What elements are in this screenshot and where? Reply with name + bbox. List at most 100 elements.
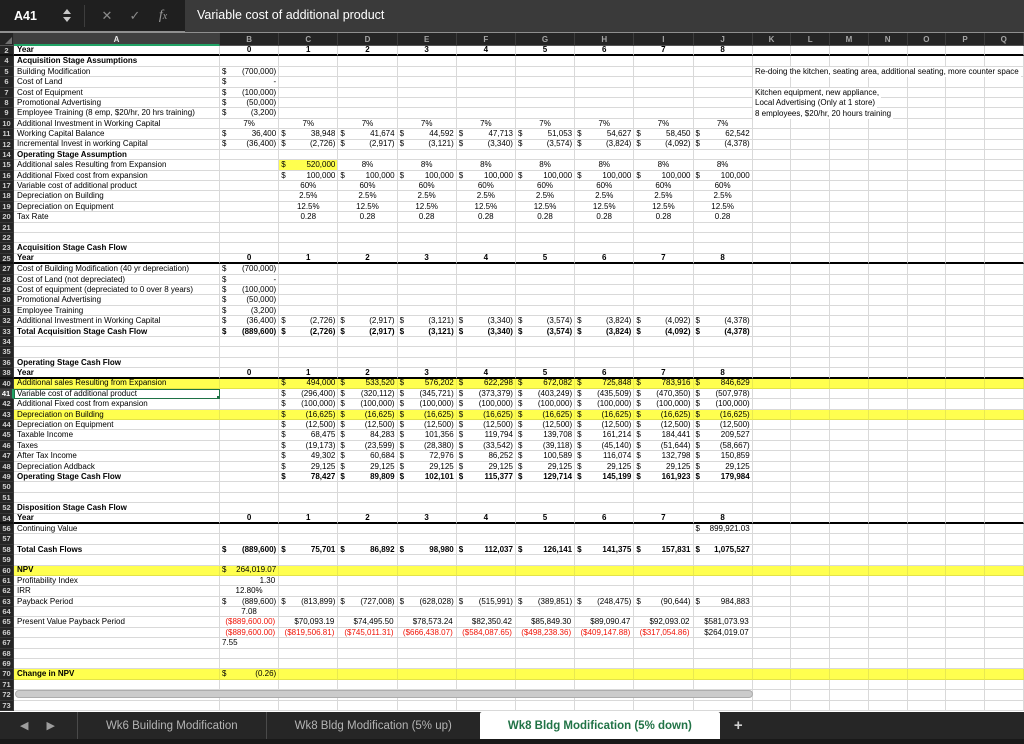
cell-L10[interactable] bbox=[791, 119, 830, 129]
cell-E49[interactable]: $102,101 bbox=[398, 472, 457, 482]
cell-K6[interactable] bbox=[753, 77, 792, 87]
cell-N72[interactable] bbox=[869, 690, 908, 700]
cell-B71[interactable] bbox=[220, 680, 279, 690]
cell-K34[interactable] bbox=[753, 337, 792, 347]
cell-E21[interactable] bbox=[398, 223, 457, 233]
sheet-tab-wk8-bldg-modification-5-up[interactable]: Wk8 Bldg Modification (5% up) bbox=[266, 712, 480, 739]
cell-B11[interactable]: $36,400 bbox=[220, 129, 279, 139]
cell-N68[interactable] bbox=[869, 649, 908, 659]
cell-I16[interactable]: $100,000 bbox=[634, 171, 693, 181]
cell-G65[interactable]: $85,849.30 bbox=[516, 617, 575, 627]
cell-C11[interactable]: $38,948 bbox=[279, 129, 338, 139]
row-header-73[interactable]: 73 bbox=[0, 701, 14, 711]
cell-Q29[interactable] bbox=[985, 285, 1024, 295]
cell-A50[interactable] bbox=[14, 482, 220, 492]
cell-K50[interactable] bbox=[753, 482, 792, 492]
cell-N51[interactable] bbox=[869, 493, 908, 503]
cell-J9[interactable] bbox=[694, 108, 753, 118]
row-header-30[interactable]: 30 bbox=[0, 295, 14, 305]
cell-M44[interactable] bbox=[830, 420, 869, 430]
cell-Q56[interactable] bbox=[985, 524, 1024, 534]
cell-H62[interactable] bbox=[575, 586, 634, 596]
cell-I48[interactable]: $29,125 bbox=[634, 462, 693, 472]
row-header-51[interactable]: 51 bbox=[0, 493, 14, 503]
cell-P59[interactable] bbox=[946, 555, 985, 565]
cell-I36[interactable] bbox=[634, 358, 693, 368]
cell-I71[interactable] bbox=[634, 680, 693, 690]
row-header-63[interactable]: 63 bbox=[0, 597, 14, 607]
cell-H46[interactable]: $(45,140) bbox=[575, 441, 634, 451]
confirm-entry-icon[interactable]: ✓ bbox=[121, 8, 149, 24]
cell-O11[interactable] bbox=[908, 129, 947, 139]
cell-G17[interactable]: 60% bbox=[516, 181, 575, 191]
cell-B47[interactable] bbox=[220, 451, 279, 461]
cell-F34[interactable] bbox=[457, 337, 516, 347]
cell-O22[interactable] bbox=[908, 233, 947, 243]
cell-F35[interactable] bbox=[457, 347, 516, 357]
cell-B8[interactable]: $(50,000) bbox=[220, 98, 279, 108]
cell-B28[interactable]: $- bbox=[220, 275, 279, 285]
cell-M57[interactable] bbox=[830, 534, 869, 544]
cell-L16[interactable] bbox=[791, 171, 830, 181]
cell-E32[interactable]: $(3,121) bbox=[398, 316, 457, 326]
cell-P46[interactable] bbox=[946, 441, 985, 451]
cell-L23[interactable] bbox=[791, 243, 830, 253]
cell-P25[interactable] bbox=[946, 254, 985, 264]
cell-G4[interactable] bbox=[516, 56, 575, 66]
cell-F33[interactable]: $(3,340) bbox=[457, 327, 516, 337]
cell-C66[interactable]: ($819,506.81) bbox=[279, 628, 338, 638]
cell-F52[interactable] bbox=[457, 503, 516, 513]
cell-Q57[interactable] bbox=[985, 534, 1024, 544]
cell-O14[interactable] bbox=[908, 150, 947, 160]
cell-B19[interactable] bbox=[220, 202, 279, 212]
cell-A69[interactable] bbox=[14, 659, 220, 669]
column-header-C[interactable]: C bbox=[279, 33, 338, 46]
column-header-I[interactable]: I bbox=[634, 33, 693, 46]
cell-O54[interactable] bbox=[908, 514, 947, 524]
cell-C61[interactable] bbox=[279, 576, 338, 586]
cell-O7[interactable] bbox=[908, 88, 947, 98]
cell-M18[interactable] bbox=[830, 191, 869, 201]
cell-A14[interactable]: Operating Stage Assumption bbox=[14, 150, 220, 160]
cell-L12[interactable] bbox=[791, 140, 830, 150]
cell-A52[interactable]: Disposition Stage Cash Flow bbox=[14, 503, 220, 513]
cell-D33[interactable]: $(2,917) bbox=[338, 327, 397, 337]
cell-I63[interactable]: $(90,644) bbox=[634, 597, 693, 607]
cell-Q16[interactable] bbox=[985, 171, 1024, 181]
cell-Q25[interactable] bbox=[985, 254, 1024, 264]
cell-B54[interactable]: 0 bbox=[220, 514, 279, 524]
cell-C41[interactable]: $(296,400) bbox=[279, 389, 338, 399]
cell-E34[interactable] bbox=[398, 337, 457, 347]
cell-N42[interactable] bbox=[869, 399, 908, 409]
cell-L63[interactable] bbox=[791, 597, 830, 607]
cell-L36[interactable] bbox=[791, 358, 830, 368]
cell-P17[interactable] bbox=[946, 181, 985, 191]
cell-H9[interactable] bbox=[575, 108, 634, 118]
cell-C15[interactable]: $520,000 bbox=[279, 160, 338, 170]
cell-D41[interactable]: $(320,112) bbox=[338, 389, 397, 399]
cell-K2[interactable] bbox=[753, 46, 792, 56]
cell-O38[interactable] bbox=[908, 368, 947, 378]
cell-P10[interactable] bbox=[946, 119, 985, 129]
cell-O19[interactable] bbox=[908, 202, 947, 212]
cell-A47[interactable]: After Tax Income bbox=[14, 451, 220, 461]
cell-L25[interactable] bbox=[791, 254, 830, 264]
cell-E69[interactable] bbox=[398, 659, 457, 669]
cell-A36[interactable]: Operating Stage Cash Flow bbox=[14, 358, 220, 368]
cell-B27[interactable]: $(700,000) bbox=[220, 264, 279, 274]
cell-N12[interactable] bbox=[869, 140, 908, 150]
cell-P2[interactable] bbox=[946, 46, 985, 56]
cell-Q67[interactable] bbox=[985, 638, 1024, 648]
row-header-64[interactable]: 64 bbox=[0, 607, 14, 617]
cell-E5[interactable] bbox=[398, 67, 457, 77]
cell-M12[interactable] bbox=[830, 140, 869, 150]
cell-H60[interactable] bbox=[575, 566, 634, 576]
cell-E51[interactable] bbox=[398, 493, 457, 503]
cell-A2[interactable]: Year bbox=[14, 46, 220, 56]
cell-C64[interactable] bbox=[279, 607, 338, 617]
cell-H61[interactable] bbox=[575, 576, 634, 586]
cell-N71[interactable] bbox=[869, 680, 908, 690]
cell-A38[interactable]: Year bbox=[14, 368, 220, 378]
row-header-11[interactable]: 11 bbox=[0, 129, 14, 139]
cell-M10[interactable] bbox=[830, 119, 869, 129]
